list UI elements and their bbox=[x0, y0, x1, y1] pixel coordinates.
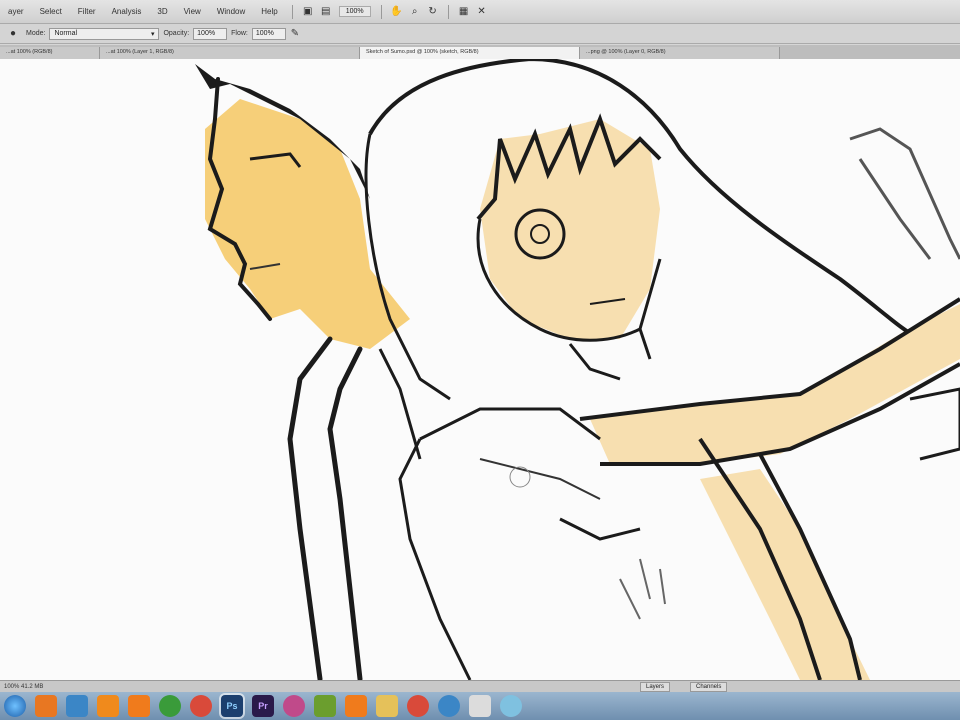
flow-label: Flow: bbox=[231, 30, 248, 37]
right-shirt-sleeve bbox=[479, 458, 601, 500]
file-explorer-icon[interactable] bbox=[66, 695, 88, 717]
brush-preset-icon[interactable]: ● bbox=[4, 27, 22, 41]
vlc-2-icon[interactable] bbox=[345, 695, 367, 717]
photoshop-icon[interactable]: Ps bbox=[221, 695, 243, 717]
menu-filter[interactable]: Filter bbox=[70, 7, 104, 16]
premiere-icon[interactable]: Pr bbox=[252, 695, 274, 717]
document-tab[interactable]: ...at 100% (RGB/8) bbox=[0, 47, 100, 59]
zoom-level[interactable]: 100% bbox=[338, 6, 371, 17]
mode-select[interactable]: Normal ▾ bbox=[49, 27, 160, 40]
status-zoom-info: 100% 41.2 MB bbox=[4, 683, 44, 690]
status-bar: 100% 41.2 MB Layers Channels bbox=[0, 680, 960, 692]
opacity-field[interactable]: 100% bbox=[193, 27, 228, 40]
menu-bar: ayer Select Filter Analysis 3D View Wind… bbox=[0, 0, 960, 24]
zoom-tool-icon[interactable]: ⌕ bbox=[406, 5, 424, 19]
document-tab-active[interactable]: Sketch of Sumo.psd @ 100% (sketch, RGB/8… bbox=[360, 47, 580, 59]
airbrush-icon[interactable]: ✎ bbox=[286, 27, 304, 41]
menu-help[interactable]: Help bbox=[253, 7, 285, 16]
windows-orb-icon[interactable] bbox=[4, 695, 26, 717]
ie-icon[interactable] bbox=[438, 695, 460, 717]
bridge-icon[interactable]: ▣ bbox=[299, 5, 317, 19]
menu-window[interactable]: Window bbox=[209, 7, 253, 16]
document-tab[interactable]: ...png @ 100% (Layer 0, RGB/8) bbox=[580, 47, 780, 59]
flow-field[interactable]: 100% bbox=[251, 27, 286, 40]
paint-icon[interactable] bbox=[314, 695, 336, 717]
menu-select[interactable]: Select bbox=[32, 7, 70, 16]
chat-icon[interactable] bbox=[500, 695, 522, 717]
document-tab[interactable]: ...at 100% (Layer 1, RGB/8) bbox=[100, 47, 360, 59]
chrome-icon[interactable] bbox=[190, 695, 212, 717]
opacity-label: Opacity: bbox=[163, 30, 190, 37]
menu-view[interactable]: View bbox=[176, 7, 209, 16]
menu-layer[interactable]: ayer bbox=[0, 7, 32, 16]
held-object bbox=[849, 127, 960, 260]
chrome-2-icon[interactable] bbox=[407, 695, 429, 717]
drawing-canvas[interactable] bbox=[0, 59, 960, 680]
hand-tool-icon[interactable]: ✋ bbox=[388, 5, 406, 19]
vlc-icon[interactable] bbox=[128, 695, 150, 717]
options-bar: ● Mode: Normal ▾ Opacity: 100% Flow: 100… bbox=[0, 24, 960, 44]
windows-taskbar: Ps Pr bbox=[0, 692, 960, 720]
mode-value: Normal bbox=[54, 30, 78, 37]
right-edge-sketch bbox=[909, 387, 960, 461]
rotate-view-icon[interactable]: ↻ bbox=[424, 5, 442, 19]
right-hair-left-edge bbox=[364, 133, 451, 401]
media-player-icon[interactable] bbox=[97, 695, 119, 717]
left-collar bbox=[287, 336, 363, 680]
panel-tab-layers[interactable]: Layers bbox=[640, 682, 671, 692]
left-face-fill bbox=[205, 99, 410, 349]
menu-divider bbox=[291, 4, 293, 19]
screen-mode-icon[interactable]: ▤ bbox=[317, 5, 335, 19]
document-tab-bar: ...at 100% (RGB/8) ...at 100% (Layer 1, … bbox=[0, 45, 960, 59]
sketch-artwork bbox=[195, 59, 960, 680]
menu-divider bbox=[447, 4, 449, 19]
chevron-down-icon: ▾ bbox=[150, 30, 155, 38]
folder-icon[interactable] bbox=[376, 695, 398, 717]
utorrent-icon[interactable] bbox=[159, 695, 181, 717]
menu-3d[interactable]: 3D bbox=[149, 7, 175, 16]
mode-label: Mode: bbox=[26, 30, 46, 37]
menu-divider bbox=[380, 4, 382, 19]
firefox-icon[interactable] bbox=[35, 695, 57, 717]
music-icon[interactable] bbox=[283, 695, 305, 717]
extras-icon[interactable]: ✕ bbox=[473, 5, 491, 19]
panel-tab-channels[interactable]: Channels bbox=[690, 682, 728, 692]
skype-icon[interactable] bbox=[469, 695, 491, 717]
menu-analysis[interactable]: Analysis bbox=[104, 7, 150, 16]
shirt-fold-marks bbox=[619, 558, 666, 620]
arrange-documents-icon[interactable]: ▦ bbox=[455, 5, 473, 19]
